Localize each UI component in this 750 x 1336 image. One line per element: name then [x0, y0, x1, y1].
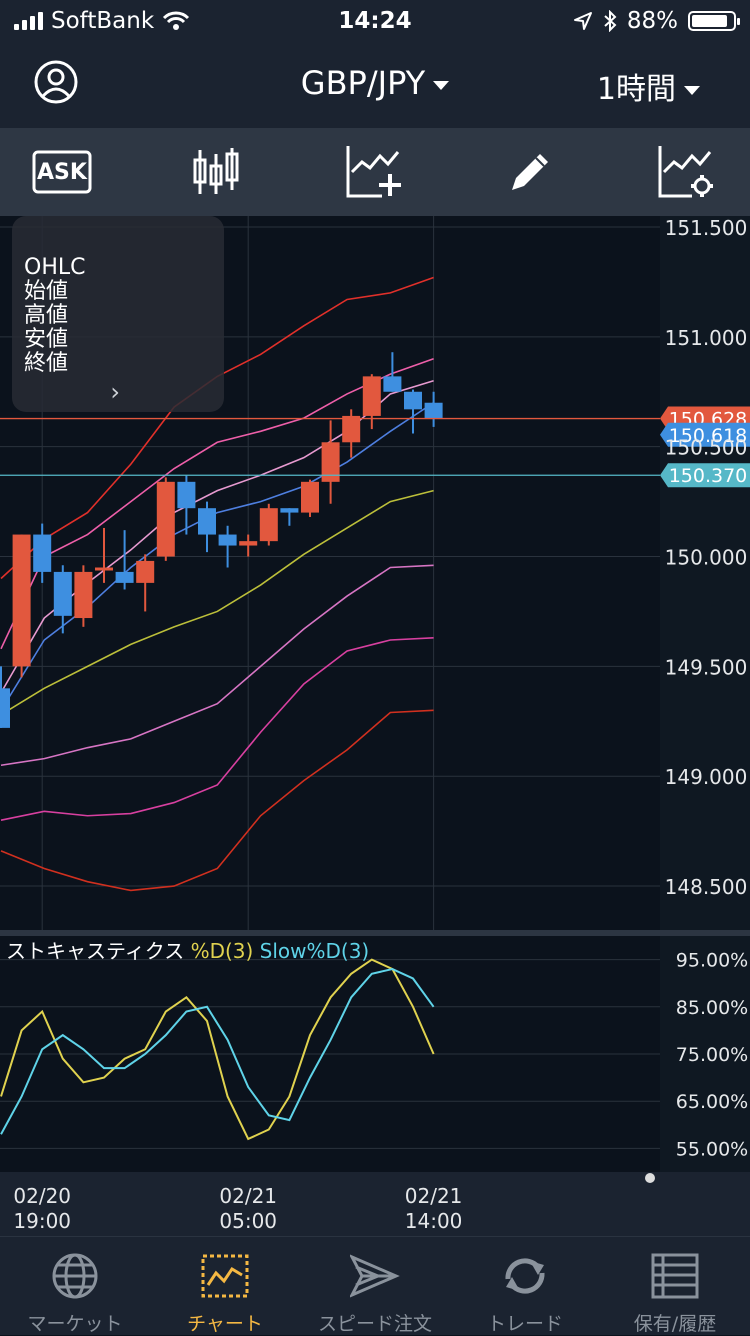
price-axis-label: 149.000 [665, 765, 748, 789]
stoch-title: ストキャスティクス [6, 939, 191, 963]
candle-body [198, 508, 216, 535]
price-tag-label: 150.370 [669, 465, 748, 487]
candle-body [12, 534, 31, 667]
trade-icon [505, 1258, 545, 1294]
tab-label: スピード注文 [317, 1313, 432, 1335]
tab-label: チャート [187, 1313, 263, 1335]
tab-chart[interactable]: チャート [150, 1237, 300, 1335]
time-axis-time: 19:00 [13, 1209, 71, 1233]
time-axis-date: 02/21 [219, 1184, 277, 1208]
tab-trade[interactable]: トレード [450, 1237, 600, 1335]
add-indicator-icon [346, 146, 401, 198]
price-axis-label: 151.500 [665, 216, 748, 240]
candle-body [342, 415, 361, 443]
time-axis-time: 05:00 [219, 1209, 277, 1233]
candle-body [218, 534, 237, 546]
pencil-icon [512, 154, 548, 190]
caret-down-icon [684, 86, 700, 95]
chart-type-button[interactable] [186, 142, 246, 202]
candle-body [321, 442, 340, 482]
ask-button[interactable]: ASK [32, 142, 92, 202]
stoch-legend-entry: %D(3) [191, 939, 260, 963]
timeframe-selector[interactable]: 1時間 [597, 64, 700, 108]
battery-percent: 88% [626, 8, 678, 34]
candle-body [33, 534, 52, 572]
ask-label: ASK [37, 159, 87, 185]
indicator-settings-icon [658, 146, 713, 198]
caret-down-icon [433, 80, 450, 90]
candle-body [280, 508, 299, 513]
ohlc-info-panel[interactable]: OHLC 始値 高値 安値 終値 › [12, 216, 224, 412]
ohlc-close-label: 終値 [24, 351, 69, 376]
stoch-legend-entry: Slow%D(3) [260, 939, 370, 963]
globe-icon [52, 1253, 98, 1299]
chevron-right-icon[interactable]: › [110, 378, 120, 406]
indicator-settings-button[interactable] [656, 142, 716, 202]
currency-pair-label: GBP/JPY [300, 64, 426, 102]
candle-body [156, 481, 175, 557]
speed-order-icon [350, 1254, 400, 1298]
tab-label: トレード [486, 1313, 563, 1335]
tab-market[interactable]: マーケット [0, 1237, 150, 1335]
price-axis-label: 150.500 [665, 436, 748, 460]
ohlc-title: OHLC [24, 255, 86, 280]
tab-speed-order[interactable]: スピード注文 [300, 1237, 450, 1335]
stoch-axis-label: 55.00% [676, 1138, 748, 1160]
candle-body [95, 567, 113, 571]
price-axis-label: 150.000 [665, 546, 748, 570]
list-icon [651, 1253, 699, 1299]
tab-positions-history[interactable]: 保有/履歴 [600, 1237, 750, 1335]
stoch-axis-label: 85.00% [676, 997, 748, 1019]
candle-body [115, 571, 134, 583]
stoch-axis-label: 65.00% [676, 1091, 748, 1113]
status-bar: SoftBank 14:24 88% [0, 0, 750, 42]
candle-body [0, 688, 10, 728]
candle-body [404, 391, 422, 410]
time-axis-time: 14:00 [405, 1209, 463, 1233]
candle-body [239, 541, 258, 546]
stoch-axis-label: 95.00% [676, 950, 748, 972]
candle-body [362, 376, 381, 416]
chart-icon [201, 1254, 249, 1298]
candle-body [383, 376, 402, 392]
bluetooth-icon [604, 10, 617, 32]
ohlc-open-label: 始値 [24, 279, 69, 304]
location-icon [573, 12, 592, 30]
ohlc-low-label: 安値 [24, 327, 69, 352]
price-axis-label: 149.500 [665, 655, 748, 679]
stoch-axis-label: 75.00% [676, 1044, 748, 1066]
stoch-legend: ストキャスティクス %D(3) Slow%D(3) [6, 939, 369, 963]
scroll-indicator [645, 1173, 655, 1183]
app-header: GBP/JPY 1時間 [0, 42, 750, 128]
tab-label: 保有/履歴 [633, 1313, 717, 1335]
chart-toolbar: ASK [0, 128, 750, 216]
time-axis-date: 02/21 [405, 1184, 463, 1208]
battery-icon [688, 11, 740, 31]
time-axis-date: 02/20 [13, 1184, 71, 1208]
candlestick-icon [193, 148, 239, 194]
candle-body [301, 481, 319, 513]
candle-body [424, 402, 443, 419]
price-axis-label: 151.000 [665, 326, 748, 350]
price-axis-label: 148.500 [665, 875, 748, 899]
candle-body [53, 571, 72, 616]
ohlc-high-label: 高値 [24, 303, 69, 328]
add-indicator-button[interactable] [344, 142, 404, 202]
candle-body [259, 508, 278, 542]
candle-body [74, 571, 93, 619]
timeframe-label: 1時間 [596, 72, 676, 107]
candle-body [136, 560, 155, 583]
tab-label: マーケット [27, 1313, 123, 1335]
candle-body [177, 481, 196, 509]
bottom-tab-bar: マーケット チャート スピード注文 トレード 保有/履歴 [0, 1236, 750, 1335]
drawing-tool-button[interactable] [500, 142, 560, 202]
